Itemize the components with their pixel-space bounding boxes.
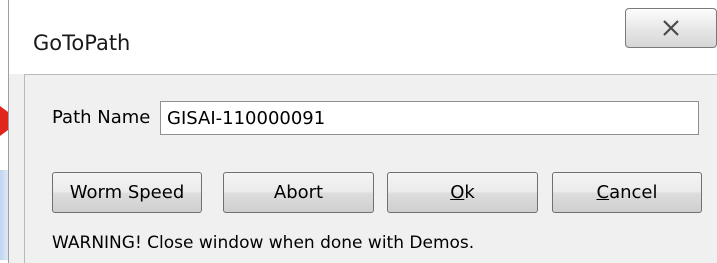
gotopath-dialog: GoToPath Path Name Worm Speed Abort Ok C… xyxy=(8,0,717,263)
path-name-label: Path Name xyxy=(52,107,151,128)
window-title: GoToPath xyxy=(33,31,131,55)
worm-speed-button[interactable]: Worm Speed xyxy=(52,172,202,213)
dialog-client-area: Path Name Worm Speed Abort Ok Cancel WAR… xyxy=(24,74,717,263)
ok-mnemonic: O xyxy=(450,182,465,203)
abort-button[interactable]: Abort xyxy=(223,172,374,213)
close-icon xyxy=(663,20,679,36)
title-bar: GoToPath xyxy=(9,0,717,74)
ok-button[interactable]: Ok xyxy=(387,172,538,213)
cancel-button[interactable]: Cancel xyxy=(552,172,702,213)
cancel-mnemonic: C xyxy=(596,182,610,203)
warning-message: WARNING! Close window when done with Dem… xyxy=(52,233,475,253)
close-button[interactable] xyxy=(625,8,717,48)
worm-speed-button-label: Worm Speed xyxy=(69,182,185,203)
path-name-input[interactable] xyxy=(160,101,699,135)
ok-label-rest: k xyxy=(464,182,475,203)
ok-button-label: Ok xyxy=(450,182,475,203)
cancel-label-rest: ancel xyxy=(609,182,658,203)
abort-button-label: Abort xyxy=(273,182,324,203)
cancel-button-label: Cancel xyxy=(597,182,658,203)
